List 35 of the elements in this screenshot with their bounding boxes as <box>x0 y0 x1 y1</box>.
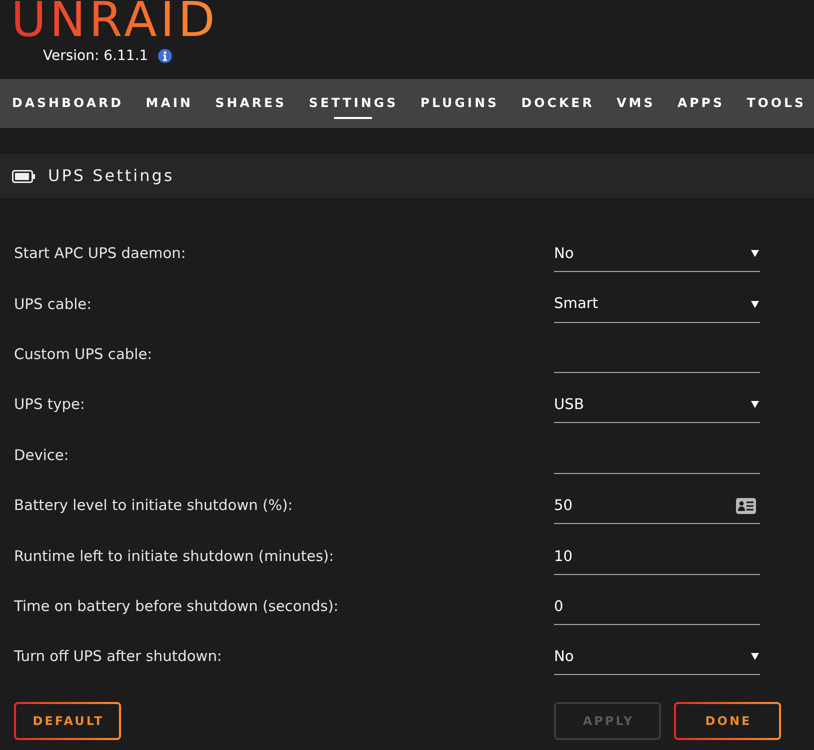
dropdown[interactable]: USB <box>554 387 760 424</box>
nav-tab[interactable]: DOCKER <box>521 79 594 128</box>
nav-tab[interactable]: PLUGINS <box>420 79 500 128</box>
default-button[interactable]: DEFAULT <box>14 702 121 740</box>
section-title: UPS Settings <box>48 165 174 187</box>
caret-down-icon <box>751 250 759 258</box>
nav-tab[interactable]: DASHBOARD <box>12 79 124 128</box>
text-field[interactable]: 10 <box>554 538 760 575</box>
nav-tab[interactable]: TOOLS <box>746 79 806 128</box>
field-label: Turn off UPS after shutdown: <box>14 647 222 668</box>
caret-down-icon <box>751 300 759 308</box>
field-label: Start APC UPS daemon: <box>14 244 186 264</box>
field-label: UPS cable: <box>14 294 92 315</box>
field-label: UPS type: <box>14 395 85 416</box>
nav-tab[interactable]: SHARES <box>215 79 287 128</box>
nav-tab[interactable]: VMS <box>616 79 656 128</box>
dropdown[interactable]: Smart <box>554 286 760 323</box>
field-label: Time on battery before shutdown (seconds): <box>14 596 338 617</box>
text-field[interactable]: 0 <box>554 588 760 625</box>
field-label: Device: <box>14 446 69 466</box>
field-label: Battery level to initiate shutdown (%): <box>14 496 293 516</box>
info-icon[interactable] <box>158 49 172 63</box>
nav-tab[interactable]: MAIN <box>146 79 193 128</box>
nav-tab[interactable]: SETTINGS <box>308 79 398 128</box>
caret-down-icon <box>751 653 759 660</box>
version-text: Version: 6.11.1 <box>43 46 148 66</box>
dropdown[interactable]: No <box>554 639 760 676</box>
caret-down-icon <box>751 401 759 408</box>
nav-tab[interactable]: APPS <box>677 79 724 128</box>
contact-card-icon[interactable] <box>736 498 756 514</box>
done-button[interactable]: DONE <box>674 702 781 740</box>
battery-icon <box>12 170 35 182</box>
field-label: Runtime left to initiate shutdown (minutes): <box>14 546 334 567</box>
field-label: Custom UPS cable: <box>14 345 152 366</box>
dropdown[interactable]: No <box>554 236 760 272</box>
